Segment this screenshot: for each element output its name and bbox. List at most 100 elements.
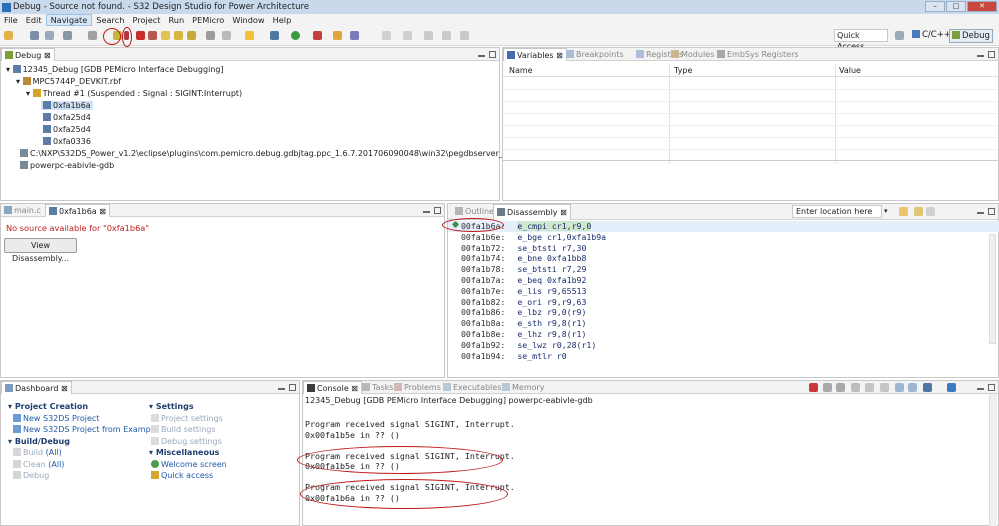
- maximize-icon[interactable]: [489, 51, 496, 58]
- tab-disasm-address[interactable]: 0xfa1b6a ⊠: [45, 204, 110, 217]
- quick-access-input[interactable]: Quick Access: [834, 29, 888, 51]
- build-link[interactable]: Build: [23, 448, 43, 457]
- tree-item-gdbserver[interactable]: C:\NXP\S32DS_Power_v1.2\eclipse\plugins\…: [6, 148, 562, 160]
- menu-navigate[interactable]: Navigate: [45, 14, 93, 26]
- debug-icon[interactable]: [313, 31, 322, 40]
- new-s32ds-project-link[interactable]: New S32DS Project: [23, 414, 99, 423]
- disasm-line[interactable]: 00fa1b74: e_bne 0xfa1bb8: [461, 253, 606, 264]
- section-build-debug[interactable]: ▾ Build/Debug: [8, 436, 158, 448]
- maximize-button[interactable]: □: [946, 1, 966, 12]
- tab-executables[interactable]: Executables: [440, 381, 504, 394]
- show-console-icon[interactable]: [895, 383, 904, 392]
- prev-annotation-icon[interactable]: [403, 31, 412, 40]
- external-tools-icon[interactable]: [333, 31, 342, 40]
- search-icon[interactable]: [350, 31, 359, 40]
- disasm-line[interactable]: 00fa1b94: se_mtlr r0: [461, 351, 606, 362]
- tab-disassembly[interactable]: Disassembly ⊠: [493, 204, 571, 220]
- disasm-line[interactable]: 00fa1b8e: e_lhz r9,8(r1): [461, 329, 606, 340]
- gear-icon[interactable]: [270, 31, 279, 40]
- disasm-line[interactable]: 00fa1b8a: e_sth r9,8(r1): [461, 318, 606, 329]
- open-console-icon[interactable]: [947, 383, 956, 392]
- section-miscellaneous[interactable]: ▾ Miscellaneous: [149, 447, 227, 459]
- tab-embsys-registers[interactable]: EmbSys Registers: [714, 48, 802, 61]
- new-icon[interactable]: [4, 31, 13, 40]
- debug-settings-link[interactable]: Debug settings: [161, 437, 222, 446]
- project-settings-link[interactable]: Project settings: [161, 414, 223, 423]
- back-icon[interactable]: [442, 31, 451, 40]
- open-perspective-icon[interactable]: [895, 31, 904, 40]
- menu-window[interactable]: Window: [228, 14, 268, 26]
- step-into-icon[interactable]: [161, 31, 170, 40]
- menu-run[interactable]: Run: [164, 14, 188, 26]
- menu-project[interactable]: Project: [128, 14, 164, 26]
- toggle-source-icon[interactable]: [914, 207, 923, 216]
- debug-link[interactable]: Debug: [23, 471, 49, 480]
- tree-item-launch[interactable]: ▾ 12345_Debug [GDB PEMicro Interface Deb…: [6, 64, 562, 76]
- new-project-from-example-link[interactable]: New S32DS Project from Example: [23, 425, 158, 434]
- section-settings[interactable]: ▾ Settings: [149, 401, 227, 413]
- disasm-line[interactable]: 00fa1b78: se_btsti r7,29: [461, 264, 606, 275]
- minimize-icon[interactable]: [977, 388, 984, 390]
- tab-memory[interactable]: Memory: [499, 381, 548, 394]
- disassembly-scrollbar[interactable]: [989, 234, 996, 344]
- column-type[interactable]: Type: [674, 64, 692, 77]
- disasm-line[interactable]: 00fa1b6e: e_bge cr1,0xfa1b9a: [461, 232, 606, 243]
- maximize-icon[interactable]: [988, 51, 995, 58]
- step-over-icon[interactable]: [174, 31, 183, 40]
- maximize-icon[interactable]: [434, 207, 441, 214]
- tree-item-gdb[interactable]: powerpc-eabivle-gdb: [6, 160, 562, 172]
- tab-modules[interactable]: Modules: [668, 48, 717, 61]
- drop-to-frame-icon[interactable]: [222, 31, 231, 40]
- maximize-icon[interactable]: [988, 384, 995, 391]
- menu-search[interactable]: Search: [92, 14, 128, 26]
- location-dropdown[interactable]: ▾: [884, 207, 888, 215]
- tab-problems[interactable]: Problems: [391, 381, 444, 394]
- terminate-icon[interactable]: [136, 31, 145, 40]
- tab-breakpoints[interactable]: Breakpoints: [563, 48, 627, 61]
- show-error-icon[interactable]: [908, 383, 917, 392]
- section-project-creation[interactable]: ▾ Project Creation: [8, 401, 158, 413]
- maximize-icon[interactable]: [988, 208, 995, 215]
- menu-file[interactable]: File: [0, 14, 22, 26]
- disasm-line[interactable]: 00fa1b96: se_addi r1,24: [461, 361, 606, 363]
- tab-variables[interactable]: Variables ⊠: [503, 48, 567, 61]
- sync-icon[interactable]: [899, 207, 908, 216]
- clean-all-link[interactable]: (All): [48, 460, 64, 469]
- clean-link[interactable]: Clean: [23, 460, 46, 469]
- instruction-step-icon[interactable]: [206, 31, 215, 40]
- build-all-link[interactable]: (All): [46, 448, 62, 457]
- close-button[interactable]: ✕: [967, 1, 997, 12]
- stack-frame[interactable]: 0xfa0336: [6, 136, 562, 148]
- disasm-line[interactable]: 00fa1b72: se_btsti r7,30: [461, 243, 606, 254]
- step-return-icon[interactable]: [187, 31, 196, 40]
- clear-console-icon[interactable]: [851, 383, 860, 392]
- menu-pemicro[interactable]: PEMicro: [188, 14, 228, 26]
- disasm-line[interactable]: 00fa1b86: e_lbz r9,0(r9): [461, 307, 606, 318]
- minimize-icon[interactable]: [977, 55, 984, 57]
- display-console-icon[interactable]: [923, 383, 932, 392]
- tab-dashboard[interactable]: Dashboard ⊠: [1, 381, 72, 394]
- run-icon[interactable]: [291, 31, 300, 40]
- quick-access-link[interactable]: Quick access: [161, 471, 213, 480]
- stack-frame[interactable]: 0xfa1b6a: [6, 100, 562, 112]
- perspective-cpp[interactable]: C/C++: [910, 29, 953, 43]
- terminate-icon[interactable]: [809, 383, 818, 392]
- view-disassembly-button[interactable]: View Disassembly...: [4, 238, 77, 263]
- save-all-icon[interactable]: [45, 31, 54, 40]
- minimize-icon[interactable]: [478, 55, 485, 57]
- console-scrollbar[interactable]: [989, 394, 997, 526]
- tab-debug[interactable]: Debug ⊠: [1, 48, 55, 61]
- disasm-line[interactable]: 00fa1b7a: e_beq 0xfa1b92: [461, 275, 606, 286]
- print-icon[interactable]: [63, 31, 72, 40]
- tree-item-target[interactable]: ▾ MPC5744P_DEVKIT.rbf: [6, 76, 562, 88]
- disconnect-icon[interactable]: [148, 31, 157, 40]
- word-wrap-icon[interactable]: [880, 383, 889, 392]
- perspective-debug[interactable]: Debug: [949, 29, 993, 43]
- refresh-icon[interactable]: [926, 207, 935, 216]
- welcome-screen-link[interactable]: Welcome screen: [161, 460, 227, 469]
- disasm-line[interactable]: 00fa1b92: se_lwz r0,28(r1): [461, 340, 606, 351]
- tab-main-c[interactable]: main.c: [1, 204, 44, 217]
- build-icon[interactable]: [245, 31, 254, 40]
- minimize-button[interactable]: –: [925, 1, 945, 12]
- scroll-lock-icon[interactable]: [865, 383, 874, 392]
